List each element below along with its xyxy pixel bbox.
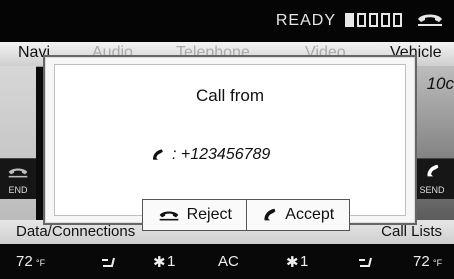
data-connections-item[interactable]: Data/Connections xyxy=(16,223,135,240)
right-temp[interactable]: 72 xyxy=(413,253,430,270)
reject-button[interactable]: Reject xyxy=(143,200,246,230)
phone-hangup-icon xyxy=(8,168,28,178)
caller-number: : +123456789 xyxy=(172,146,271,163)
caller-number-line: : +123456789 xyxy=(150,146,270,164)
seat-airflow-icon[interactable] xyxy=(357,254,377,270)
climate-bar: 72 °F ✱ 1 AC ✱ 1 72 °F xyxy=(0,244,454,279)
status-bar: READY xyxy=(0,0,454,42)
fan-left-level: 1 xyxy=(167,253,176,270)
fan-left-icon[interactable]: ✱ xyxy=(153,253,166,271)
signal-bar xyxy=(369,13,378,27)
accept-button[interactable]: Accept xyxy=(245,200,350,230)
fan-right-level: 1 xyxy=(300,253,309,270)
phone-accept-icon xyxy=(427,164,439,177)
dialog-title: Call from xyxy=(195,86,264,105)
phone-handset-icon xyxy=(418,14,442,26)
end-label: END xyxy=(8,185,28,195)
signal-strength xyxy=(345,13,402,27)
dialog-content: Call from : +123456789 Reject Accept xyxy=(54,64,406,231)
background-right-text: 10c xyxy=(426,74,454,93)
fan-right-icon[interactable]: ✱ xyxy=(286,253,299,271)
right-temp-unit: °F xyxy=(433,258,443,268)
reject-label: Reject xyxy=(186,206,232,223)
phone-accept-icon xyxy=(264,208,276,221)
signal-bar xyxy=(381,13,390,27)
seat-airflow-icon[interactable] xyxy=(100,254,120,270)
end-call-button[interactable]: END xyxy=(0,158,36,199)
left-temp[interactable]: 72 xyxy=(16,253,33,270)
call-lists-item[interactable]: Call Lists xyxy=(381,223,442,240)
phone-hangup-icon xyxy=(159,211,178,221)
left-temp-unit: °F xyxy=(36,258,46,268)
phone-screen: READY Navi Audio Telephone Video Vehicle… xyxy=(0,0,454,279)
signal-bar xyxy=(393,13,402,27)
incoming-call-dialog: Call from : +123456789 Reject Accept xyxy=(43,55,417,231)
ac-button[interactable]: AC xyxy=(218,253,239,270)
status-text: READY xyxy=(275,12,336,29)
phone-icon xyxy=(153,149,163,160)
accept-label: Accept xyxy=(285,206,335,223)
signal-bar xyxy=(357,13,366,27)
signal-bar xyxy=(345,13,354,27)
call-actions: Reject Accept xyxy=(142,199,350,231)
